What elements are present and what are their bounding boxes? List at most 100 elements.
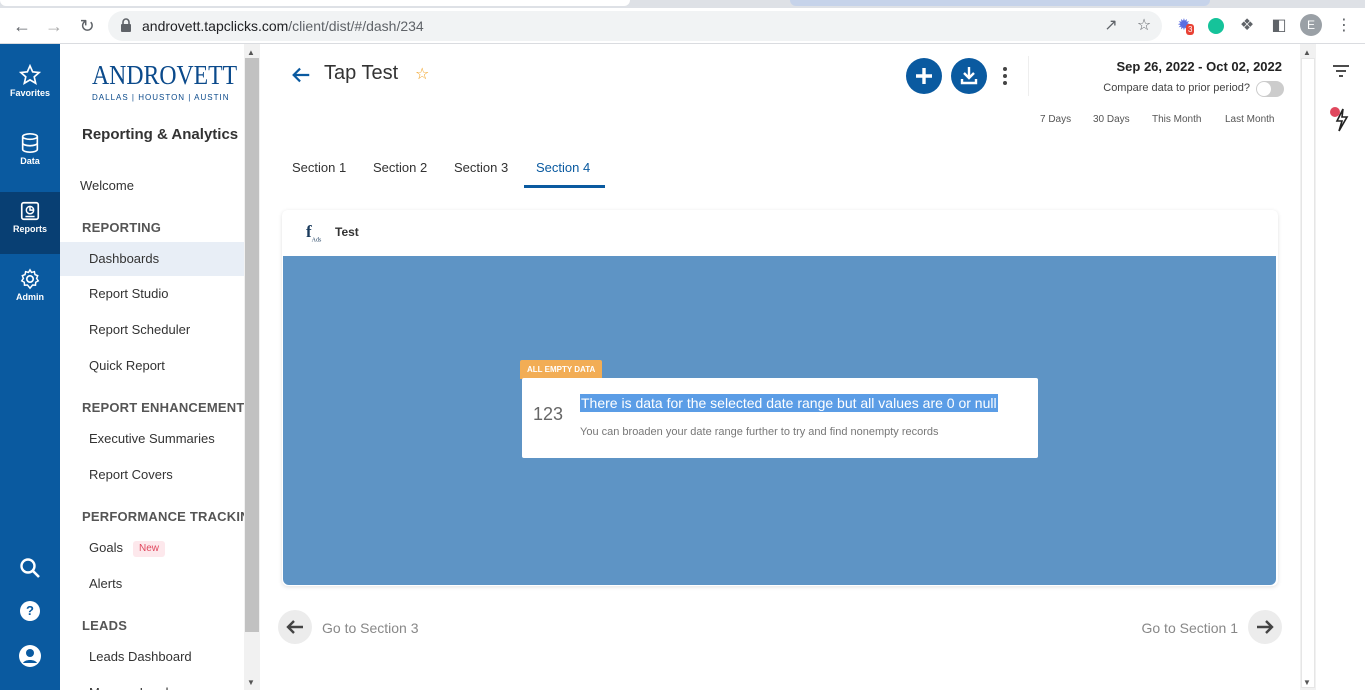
tab-section-2[interactable]: Section 2 — [373, 160, 427, 175]
scroll-down-icon[interactable]: ▼ — [247, 678, 255, 687]
tab-section-4[interactable]: Section 4 — [536, 160, 590, 175]
browser-tabstrip — [0, 0, 1365, 8]
compare-label: Compare data to prior period? — [1103, 82, 1250, 94]
company-logo: ANDROVETT DALLAS | HOUSTON | AUSTIN — [92, 60, 238, 102]
help-icon[interactable]: ? — [20, 601, 40, 621]
empty-data-number: 123 — [533, 404, 564, 424]
back-nav-icon[interactable]: ← — [10, 14, 34, 38]
more-options-icon[interactable] — [1000, 64, 1010, 88]
browser-menu-icon[interactable]: ⋮ — [1332, 14, 1356, 38]
puzzle-icon[interactable]: ❖ — [1235, 14, 1259, 38]
app-title: Reporting & Analytics — [82, 126, 239, 143]
sidebar-item-quick-report[interactable]: Quick Report — [60, 349, 244, 383]
main-scroll-up-icon[interactable]: ▲ — [1303, 48, 1311, 57]
main-scrollbar[interactable]: ▲ ▼ — [1300, 44, 1316, 690]
url-text: androvett.tapclicks.com/client/dist/#/da… — [142, 18, 424, 34]
active-tab-underline — [524, 185, 605, 188]
next-arrow-circle — [1248, 610, 1282, 644]
sidebar-item-goals[interactable]: Goals New — [60, 531, 244, 565]
side-panel-icon[interactable]: ◧ — [1267, 14, 1291, 38]
header-divider — [1028, 56, 1029, 96]
widget-title: Test — [335, 225, 359, 239]
plus-icon — [916, 68, 932, 84]
main-content: Tap Test ☆ Sep 26, 2022 - Oct 02, 2022 C… — [260, 44, 1300, 690]
main-scroll-down-icon[interactable]: ▼ — [1303, 678, 1311, 687]
forward-nav-icon[interactable]: → — [42, 14, 66, 38]
rail-admin-label: Admin — [16, 292, 44, 302]
profile-avatar[interactable]: E — [1300, 14, 1322, 36]
empty-data-tag: ALL EMPTY DATA — [520, 360, 603, 379]
inactive-tab[interactable] — [790, 0, 1210, 6]
sidebar-item-leads-dashboard[interactable]: Leads Dashboard — [60, 640, 244, 674]
rail-favorites[interactable]: Favorites — [0, 56, 60, 118]
widget-body: ALL EMPTY DATA 123 There is data for the… — [283, 256, 1276, 585]
user-icon[interactable] — [18, 644, 42, 668]
section-head-leads: LEADS — [82, 618, 128, 633]
back-arrow-icon[interactable] — [290, 64, 312, 86]
empty-data-card: 123 There is data for the selected date … — [522, 378, 1038, 458]
lightning-icon[interactable] — [1328, 104, 1354, 134]
dashboard-title: Tap Test — [324, 62, 399, 84]
address-bar[interactable]: androvett.tapclicks.com/client/dist/#/da… — [108, 11, 1162, 41]
tab-section-1[interactable]: Section 1 — [292, 160, 346, 175]
facebook-ads-icon: fAds — [306, 222, 322, 244]
share-icon[interactable]: ↗ — [1101, 16, 1121, 36]
download-button[interactable] — [951, 58, 987, 94]
quick-range-7-days[interactable]: 7 Days — [1040, 114, 1071, 125]
sidebar: ANDROVETT DALLAS | HOUSTON | AUSTIN Repo… — [60, 44, 244, 690]
sidebar-item-goals-label: Goals — [89, 540, 123, 555]
arrow-left-icon — [286, 620, 303, 634]
sidebar-scrollbar[interactable]: ▲ ▼ — [244, 44, 260, 690]
rail-data[interactable]: Data — [0, 124, 60, 186]
grammarly-icon[interactable] — [1204, 14, 1228, 38]
favorite-star-icon[interactable]: ☆ — [415, 64, 429, 84]
rail-search[interactable] — [18, 556, 42, 580]
tab-section-3[interactable]: Section 3 — [454, 160, 508, 175]
bookmark-star-icon[interactable]: ☆ — [1134, 16, 1154, 36]
rail-admin[interactable]: Admin — [0, 260, 60, 322]
sidebar-item-welcome[interactable]: Welcome — [60, 169, 244, 203]
prev-section-label: Go to Section 3 — [322, 620, 419, 636]
search-icon — [20, 558, 40, 578]
empty-data-hint: You can broaden your date range further … — [580, 426, 939, 438]
sidebar-item-executive-summaries[interactable]: Executive Summaries — [60, 422, 244, 456]
widget-card: fAds Test ALL EMPTY DATA 123 There is da… — [282, 210, 1278, 586]
sidebar-item-manage-leads[interactable]: Manage Leads — [60, 676, 244, 690]
extension-icon[interactable]: ✹ 3 — [1172, 14, 1196, 38]
add-widget-button[interactable] — [906, 58, 942, 94]
right-tool-panel — [1316, 44, 1365, 690]
sidebar-item-report-studio[interactable]: Report Studio — [60, 277, 244, 311]
gear-icon — [20, 268, 40, 290]
sidebar-item-dashboards[interactable]: Dashboards — [60, 242, 244, 276]
rail-reports[interactable]: Reports — [0, 192, 60, 254]
widget-header: fAds Test — [282, 210, 1278, 256]
rail-reports-label: Reports — [12, 224, 47, 234]
logo-cities: DALLAS | HOUSTON | AUSTIN — [92, 93, 230, 102]
database-icon — [21, 133, 39, 153]
date-range-picker[interactable]: Sep 26, 2022 - Oct 02, 2022 — [1117, 59, 1283, 74]
sidebar-item-report-covers[interactable]: Report Covers — [60, 458, 244, 492]
go-to-next-section[interactable]: Go to Section 1 — [1112, 610, 1282, 644]
quick-range-this-month[interactable]: This Month — [1152, 114, 1201, 125]
active-tab[interactable] — [0, 0, 630, 6]
main-scrollbar-thumb[interactable] — [1301, 58, 1315, 688]
go-to-previous-section[interactable]: Go to Section 3 — [278, 610, 458, 644]
reports-icon — [20, 201, 40, 221]
arrow-right-icon — [1257, 620, 1274, 634]
rail-favorites-label: Favorites — [9, 88, 51, 98]
prev-arrow-circle — [278, 610, 312, 644]
section-head-performance: PERFORMANCE TRACKING — [82, 509, 244, 524]
scrollbar-thumb[interactable] — [245, 58, 259, 632]
quick-range-30-days[interactable]: 30 Days — [1093, 114, 1130, 125]
quick-range-last-month[interactable]: Last Month — [1225, 114, 1274, 125]
scroll-up-icon[interactable]: ▲ — [247, 48, 255, 57]
empty-data-message: There is data for the selected date rang… — [580, 394, 998, 412]
logo-name: ANDROVETT — [92, 60, 238, 90]
section-head-enhancements: REPORT ENHANCEMENTS — [82, 400, 244, 415]
compare-toggle[interactable] — [1256, 81, 1284, 97]
filter-icon[interactable] — [1332, 64, 1350, 78]
app-rail: Favorites Data Reports Admin ? — [0, 44, 60, 690]
reload-icon[interactable]: ↻ — [75, 14, 99, 38]
sidebar-item-alerts[interactable]: Alerts — [60, 567, 244, 601]
sidebar-item-report-scheduler[interactable]: Report Scheduler — [60, 313, 244, 347]
